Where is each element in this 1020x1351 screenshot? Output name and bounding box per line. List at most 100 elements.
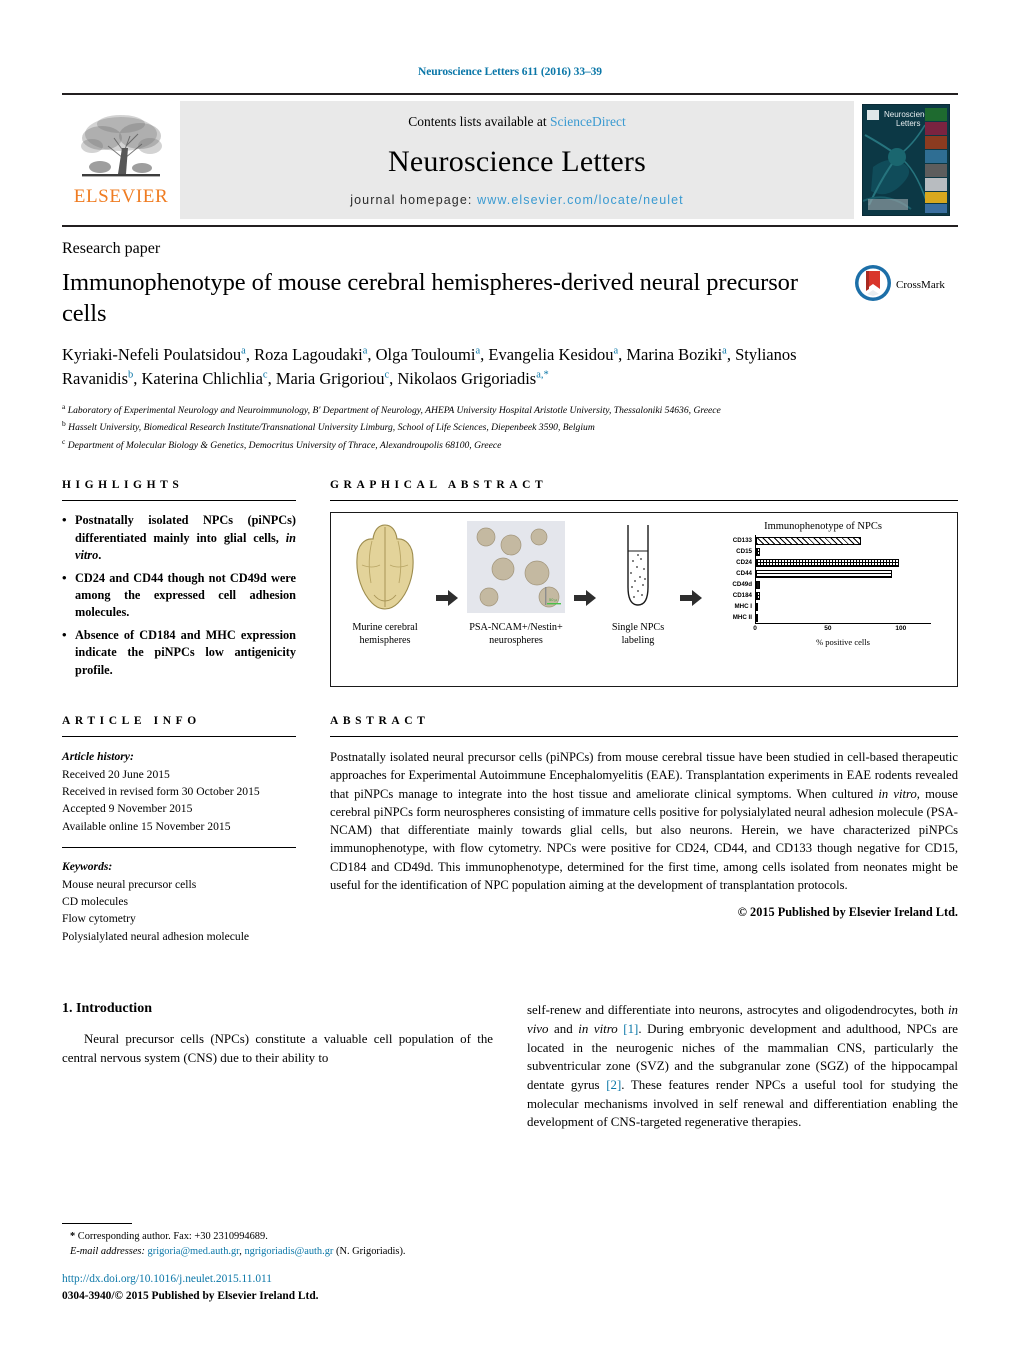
- crossmark-badge[interactable]: CrossMark: [854, 262, 958, 308]
- bar: [756, 558, 899, 567]
- intro-paragraph-col2: self-renew and differentiate into neuron…: [527, 1003, 959, 1130]
- arrow-right-icon: [680, 590, 702, 611]
- intro-paragraph-col1: Neural precursor cells (NPCs) constitute…: [62, 1032, 493, 1065]
- highlights-graphical-band: HIGHLIGHTS Postnatally isolated NPCs (pi…: [62, 479, 958, 688]
- chart-xtick: 0: [753, 625, 757, 633]
- affiliation-a-text: Laboratory of Experimental Neurology and…: [67, 405, 721, 417]
- article-type: Research paper: [62, 240, 161, 257]
- keyword-item: CD molecules: [62, 894, 129, 908]
- article-header: Research paper Immunophenotype of mouse …: [62, 240, 958, 453]
- svg-text:Letters: Letters: [896, 119, 920, 128]
- body-columns: 1. Introduction Neural precursor cells (…: [62, 1001, 958, 1132]
- homepage-prefix: journal homepage:: [350, 193, 478, 207]
- journal-title: Neuroscience Letters: [387, 144, 647, 178]
- contents-prefix: Contents lists available at: [408, 114, 550, 129]
- affiliations: a Laboratory of Experimental Neurology a…: [62, 401, 958, 453]
- keyword-item: Flow cytometry: [62, 912, 136, 926]
- keywords-label: Keywords:: [62, 860, 113, 874]
- sciencedirect-link[interactable]: ScienceDirect: [550, 114, 626, 129]
- affiliation-b-text: Hasselt University, Biomedical Research …: [68, 422, 595, 434]
- affiliation-mark-c: c: [62, 436, 66, 446]
- test-tube-icon: [616, 521, 660, 618]
- chart-x-label: % positive cells: [816, 637, 870, 648]
- bar: [756, 613, 758, 622]
- ga-step-brain: Murine cerebral hemispheres: [339, 521, 431, 648]
- highlights-list: Postnatally isolated NPCs (piNPCs) diffe…: [62, 511, 296, 679]
- affiliation-mark-b: b: [62, 419, 66, 429]
- bar: [756, 591, 761, 600]
- chart-ytick: CD49d: [732, 581, 752, 589]
- elsevier-wordmark: ELSEVIER: [73, 186, 169, 207]
- article-history-label: Article history:: [62, 750, 134, 764]
- ga-caption-neurospheres: PSA-NCAM+/Nestin+ neurospheres: [469, 622, 563, 646]
- chart-category-labels: CD133 CD15 CD24 CD44 CD49d CD184 MHC I M…: [715, 535, 755, 623]
- list-item: Absence of CD184 and MHC expression indi…: [62, 626, 296, 679]
- history-online: Available online 15 November 2015: [62, 819, 231, 833]
- email-line: E-mail addresses: grigoria@med.auth.gr, …: [62, 1244, 492, 1259]
- email-link-1[interactable]: grigoria@med.auth.gr: [148, 1246, 240, 1257]
- affiliation-b: b Hasselt University, Biomedical Researc…: [62, 418, 958, 435]
- bar: [756, 580, 761, 589]
- graphical-abstract-heading: GRAPHICAL ABSTRACT: [330, 479, 548, 492]
- article-history: Article history: Received 20 June 2015 R…: [62, 748, 296, 835]
- abstract-divider: [330, 736, 958, 738]
- journal-cover-thumbnail: Neuroscience Letters: [862, 104, 950, 216]
- footnote-block: * Corresponding author. Fax: +30 2310994…: [62, 1222, 492, 1259]
- keyword-item: Mouse neural precursor cells: [62, 877, 197, 891]
- author-list: Kyriaki-Nefeli Poulatsidoua, Roza Lagoud…: [62, 345, 797, 389]
- paper-page: Neuroscience Letters 611 (2016) 33–39 EL…: [0, 0, 1020, 1351]
- email-link-2[interactable]: ngrigoriadis@auth.gr: [244, 1246, 333, 1257]
- crossmark-icon: [854, 264, 892, 307]
- highlights-divider: [62, 500, 296, 502]
- crossmark-label: CrossMark: [896, 279, 945, 291]
- chart-ytick: CD44: [736, 570, 752, 578]
- ga-step-test-tube: Single NPCs labeling: [601, 521, 675, 648]
- graphical-abstract-section: GRAPHICAL ABSTRACT Murine cerebral hemis…: [314, 479, 958, 688]
- journal-masthead: ELSEVIER Contents lists available at Sci…: [62, 93, 958, 227]
- running-head: Neuroscience Letters 611 (2016) 33–39: [418, 66, 602, 78]
- corresponding-author-note: * Corresponding author. Fax: +30 2310994…: [70, 1230, 268, 1242]
- bar: [756, 569, 892, 578]
- chart-ytick: MHC II: [732, 614, 752, 622]
- abstract-copyright: © 2015 Published by Elsevier Ireland Ltd…: [737, 905, 958, 920]
- body-column-left: 1. Introduction Neural precursor cells (…: [62, 1001, 493, 1132]
- history-accepted: Accepted 9 November 2015: [62, 802, 193, 816]
- ga-caption-brain: Murine cerebral hemispheres: [352, 622, 418, 646]
- chart-ytick: CD24: [736, 559, 752, 567]
- chart-xtick: 100: [895, 625, 907, 633]
- ga-step-neurospheres: 50 µ PSA-NCAM+/Nestin+ neurospheres: [463, 521, 569, 648]
- keywords-block: Keywords: Mouse neural precursor cells C…: [62, 858, 296, 945]
- keyword-item: Polysialylated neural adhesion molecule: [62, 929, 250, 943]
- graphical-abstract-divider: [330, 500, 958, 502]
- arrow-right-icon: [436, 590, 458, 611]
- email-suffix: (N. Grigoriadis).: [335, 1245, 406, 1257]
- bar: [756, 602, 758, 611]
- abstract-heading: ABSTRACT: [330, 715, 430, 728]
- journal-homepage-link[interactable]: www.elsevier.com/locate/neulet: [477, 193, 684, 207]
- highlights-heading: HIGHLIGHTS: [62, 479, 184, 492]
- masthead-center-band: Contents lists available at ScienceDirec…: [180, 101, 854, 219]
- doi-block: http://dx.doi.org/10.1016/j.neulet.2015.…: [62, 1271, 319, 1305]
- journal-cover-block: Neuroscience Letters: [854, 95, 958, 225]
- section-heading-introduction: 1. Introduction: [62, 1001, 152, 1017]
- abstract-section: ABSTRACT Postnatally isolated neural pre…: [314, 715, 958, 945]
- chart-ytick: CD184: [732, 592, 752, 600]
- chart-x-ticks: 0 50 100: [753, 624, 931, 636]
- chart-ytick: CD133: [732, 537, 752, 545]
- list-item: Postnatally isolated NPCs (piNPCs) diffe…: [62, 511, 296, 564]
- chart-plot-area: CD133 CD15 CD24 CD44 CD49d CD184 MHC I M…: [715, 535, 931, 624]
- affiliation-a: a Laboratory of Experimental Neurology a…: [62, 401, 958, 418]
- doi-link[interactable]: http://dx.doi.org/10.1016/j.neulet.2015.…: [62, 1271, 319, 1288]
- journal-homepage-line: journal homepage: www.elsevier.com/locat…: [350, 193, 684, 207]
- elsevier-tree-icon: [78, 112, 164, 186]
- page-title: Immunophenotype of mouse cerebral hemisp…: [62, 269, 798, 328]
- list-item: CD24 and CD44 though not CD49d were amon…: [62, 569, 296, 622]
- neurosphere-micrograph: 50 µ: [467, 521, 565, 618]
- article-info-heading: ARTICLE INFO: [62, 715, 201, 728]
- contents-available-line: Contents lists available at ScienceDirec…: [408, 114, 625, 130]
- email-label: E-mail addresses:: [70, 1245, 145, 1257]
- chart-title: Immunophenotype of NPCs: [764, 521, 882, 533]
- body-column-right: self-renew and differentiate into neuron…: [527, 1001, 958, 1132]
- immunophenotype-bar-chart: Immunophenotype of NPCs CD133 CD15 CD24 …: [715, 521, 931, 647]
- abstract-text: Postnatally isolated neural precursor ce…: [330, 750, 958, 892]
